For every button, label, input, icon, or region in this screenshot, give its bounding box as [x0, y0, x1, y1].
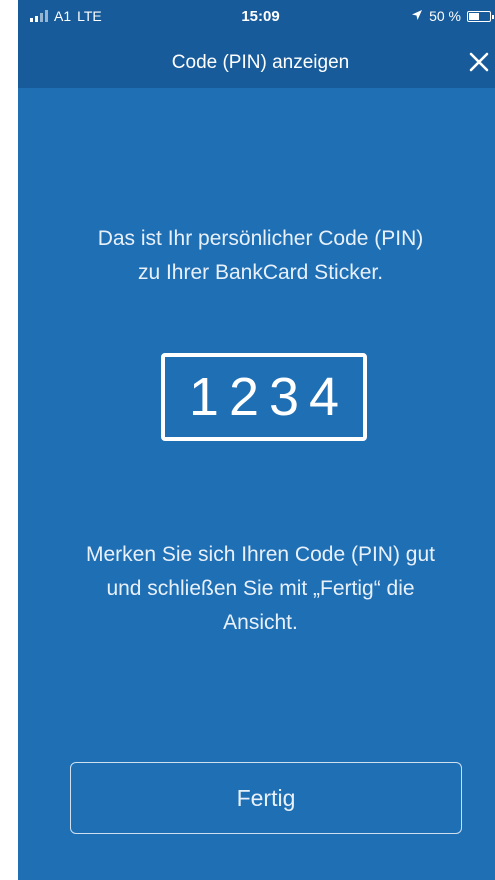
close-icon [469, 52, 489, 72]
battery-icon [467, 10, 494, 22]
battery-level [469, 12, 479, 20]
battery-percent: 50 % [429, 8, 461, 24]
pin-box: 1234 [161, 353, 367, 441]
hint-line-1: Merken Sie sich Ihren Code (PIN) gut [86, 543, 435, 566]
intro-line-1: Das ist Ihr persönlicher Code (PIN) [97, 227, 424, 250]
intro-text: Das ist Ihr persönlicher Code (PIN) zu I… [48, 222, 473, 290]
status-right: 50 % [411, 8, 494, 24]
status-bar: A1 LTE 15:09 50 % [18, 0, 495, 36]
page-title: Code (PIN) anzeigen [171, 52, 350, 73]
pin-display-screen: A1 LTE 15:09 50 % Code (PIN) anzeigen Da… [18, 0, 495, 880]
pin-value: 1234 [188, 367, 350, 427]
done-button[interactable]: Fertig [70, 762, 462, 834]
intro-line-2: zu Ihrer BankCard Sticker. [137, 261, 384, 284]
nav-bar: Code (PIN) anzeigen [18, 36, 495, 88]
hint-line-3: Ansicht. [223, 611, 298, 634]
location-arrow-icon [411, 8, 423, 24]
hint-text: Merken Sie sich Ihren Code (PIN) gut und… [48, 538, 473, 640]
hint-line-2: und schließen Sie mit „Fertig“ die [106, 577, 415, 600]
close-button[interactable] [463, 46, 495, 78]
